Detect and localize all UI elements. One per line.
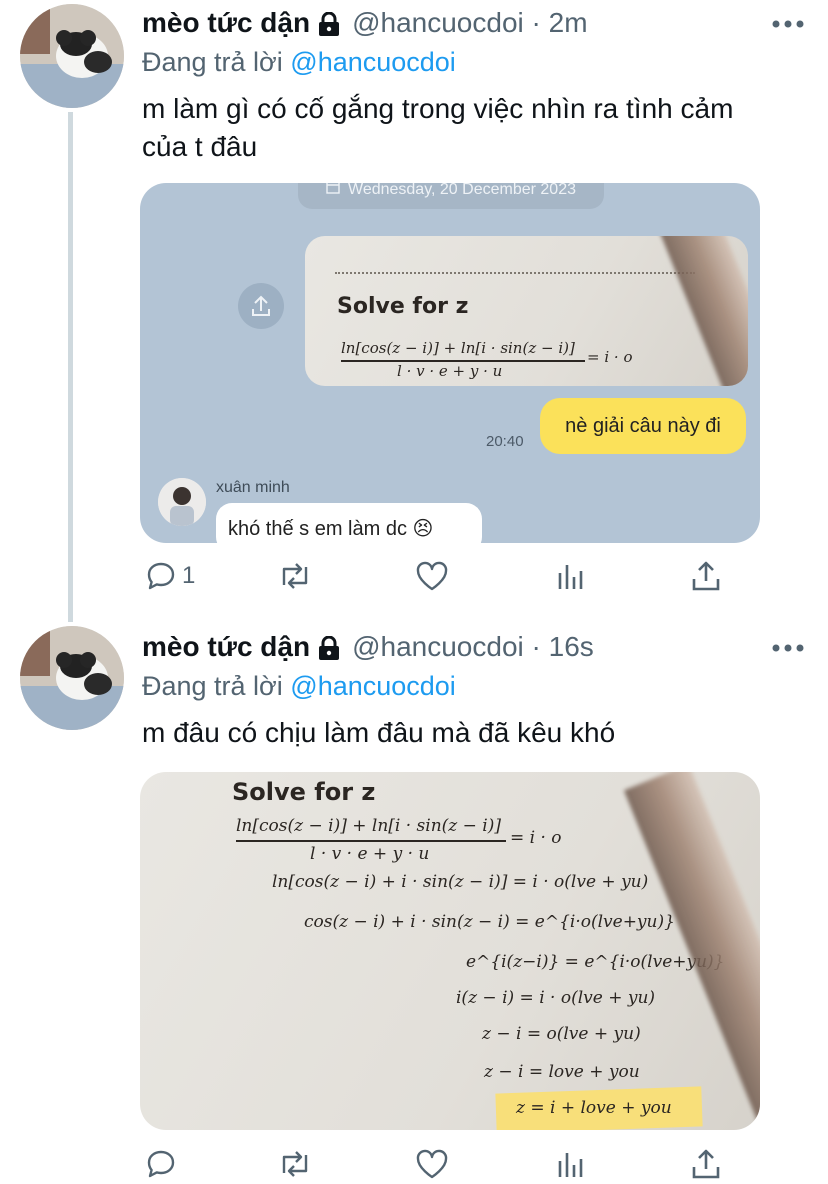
tweet-text: m làm gì có cố gắng trong việc nhìn ra t… [142,90,808,166]
reply-prefix: Đang trả lời [142,47,283,77]
tweet-actions: 1 [140,558,740,594]
display-name[interactable]: mèo tức dận [142,631,310,663]
math-step: z − i = love + you [484,1062,640,1082]
math-step: e^{i(z−i)} = e^{i·o(lve+yu)} [466,952,725,972]
share-icon [690,1147,722,1181]
chat-date-pill: Wednesday, 20 December 2023 [298,183,604,209]
math-title: Solve for z [337,294,469,319]
views-icon [554,559,586,593]
avatar-cat-image [20,626,124,730]
replying-to: Đang trả lời @hancuocdoi [142,668,808,704]
outgoing-message: nè giải câu này đi [540,398,746,454]
math-step: cos(z − i) + i · sin(z − i) = e^{i·o(lve… [304,912,675,932]
math-answer: z = i + love + you [516,1098,672,1118]
math-denominator: l · v · e + y · u [310,844,430,864]
tweet-media-chat-screenshot[interactable]: Wednesday, 20 December 2023 Solve for z … [140,183,760,543]
share-icon [690,559,722,593]
tweet-body: mèo tức dận @hancuocdoi · 16s Đang trả l… [142,626,808,752]
math-title: Solve for z [232,778,376,806]
tweet-text-line: m làm gì có cố gắng trong việc nhìn ra t… [142,93,734,124]
math-step: ln[cos(z − i) + i · sin(z − i)] = i · o(… [272,872,649,892]
tweet-text-line: của t đâu [142,131,258,162]
thread-line [68,112,73,622]
tweet-header: mèo tức dận @hancuocdoi · 16s [142,626,808,668]
math-rhs: = i · o [510,828,562,848]
tweet-2[interactable]: mèo tức dận @hancuocdoi · 16s Đang trả l… [0,620,828,1184]
chat-sender-avatar[interactable] [158,478,206,526]
reply-icon [144,559,178,593]
math-step: z − i = o(lve + yu) [482,1024,641,1044]
calendar-icon [326,183,340,199]
more-icon[interactable] [768,634,808,662]
chat-sender-name: xuân minh [216,479,290,496]
display-name[interactable]: mèo tức dận [142,7,310,39]
avatar[interactable] [20,4,124,108]
tweet-header: mèo tức dận @hancuocdoi · 2m [142,2,808,44]
reply-mention-link[interactable]: @hancuocdoi [290,671,456,701]
math-rhs: = i · o [587,348,633,366]
math-numerator: ln[cos(z − i)] + ln[i · sin(z − i)] [341,339,575,357]
reply-icon [144,1147,178,1181]
tweet-media-math-photo[interactable]: Solve for z ln[cos(z − i)] + ln[i · sin(… [140,772,760,1130]
math-step: i(z − i) = i · o(lve + yu) [456,988,656,1008]
like-icon [414,559,450,593]
pen-image [653,236,748,386]
reply-button[interactable] [144,1146,178,1182]
like-button[interactable] [414,1146,450,1182]
handle[interactable]: @hancuocdoi · 16s [352,631,594,663]
math-numerator: ln[cos(z − i)] + ln[i · sin(z − i)] [236,816,502,836]
replying-to: Đang trả lời @hancuocdoi [142,44,808,80]
share-button[interactable] [690,1146,722,1182]
avatar-cat-image [20,4,124,108]
more-icon[interactable] [768,10,808,38]
tweet-1[interactable]: mèo tức dận @hancuocdoi · 2m Đang trả lờ… [0,0,828,622]
handle[interactable]: @hancuocdoi · 2m [352,7,587,39]
reply-count: 1 [182,562,196,589]
retweet-icon [276,559,314,593]
chat-photo-message[interactable]: Solve for z ln[cos(z − i)] + ln[i · sin(… [305,236,748,386]
tweet-actions [140,1146,740,1182]
like-button[interactable] [414,558,450,594]
incoming-message: khó thế s em làm dc 😣 [216,503,482,543]
reply-button[interactable]: 1 [144,558,195,594]
tweet-body: mèo tức dận @hancuocdoi · 2m Đang trả lờ… [142,2,808,166]
retweet-button[interactable] [276,1146,314,1182]
chat-date: Wednesday, 20 December 2023 [348,183,576,198]
like-icon [414,1147,450,1181]
views-icon [554,1147,586,1181]
retweet-icon [276,1147,314,1181]
views-button[interactable] [554,558,586,594]
paper-dotted-line [335,272,695,274]
avatar[interactable] [20,626,124,730]
share-button[interactable] [690,558,722,594]
message-time: 20:40 [486,433,524,450]
reply-mention-link[interactable]: @hancuocdoi [290,47,456,77]
views-button[interactable] [554,1146,586,1182]
tweet-text: m đâu có chịu làm đâu mà đã kêu khó [142,717,616,748]
pen-image [623,772,760,1130]
retweet-button[interactable] [276,558,314,594]
reply-prefix: Đang trả lời [142,671,283,701]
fraction-line [236,840,506,842]
lock-icon [318,11,340,36]
math-denominator: l · v · e + y · u [397,362,503,380]
lock-icon [318,635,340,660]
chat-share-icon[interactable] [238,283,284,329]
